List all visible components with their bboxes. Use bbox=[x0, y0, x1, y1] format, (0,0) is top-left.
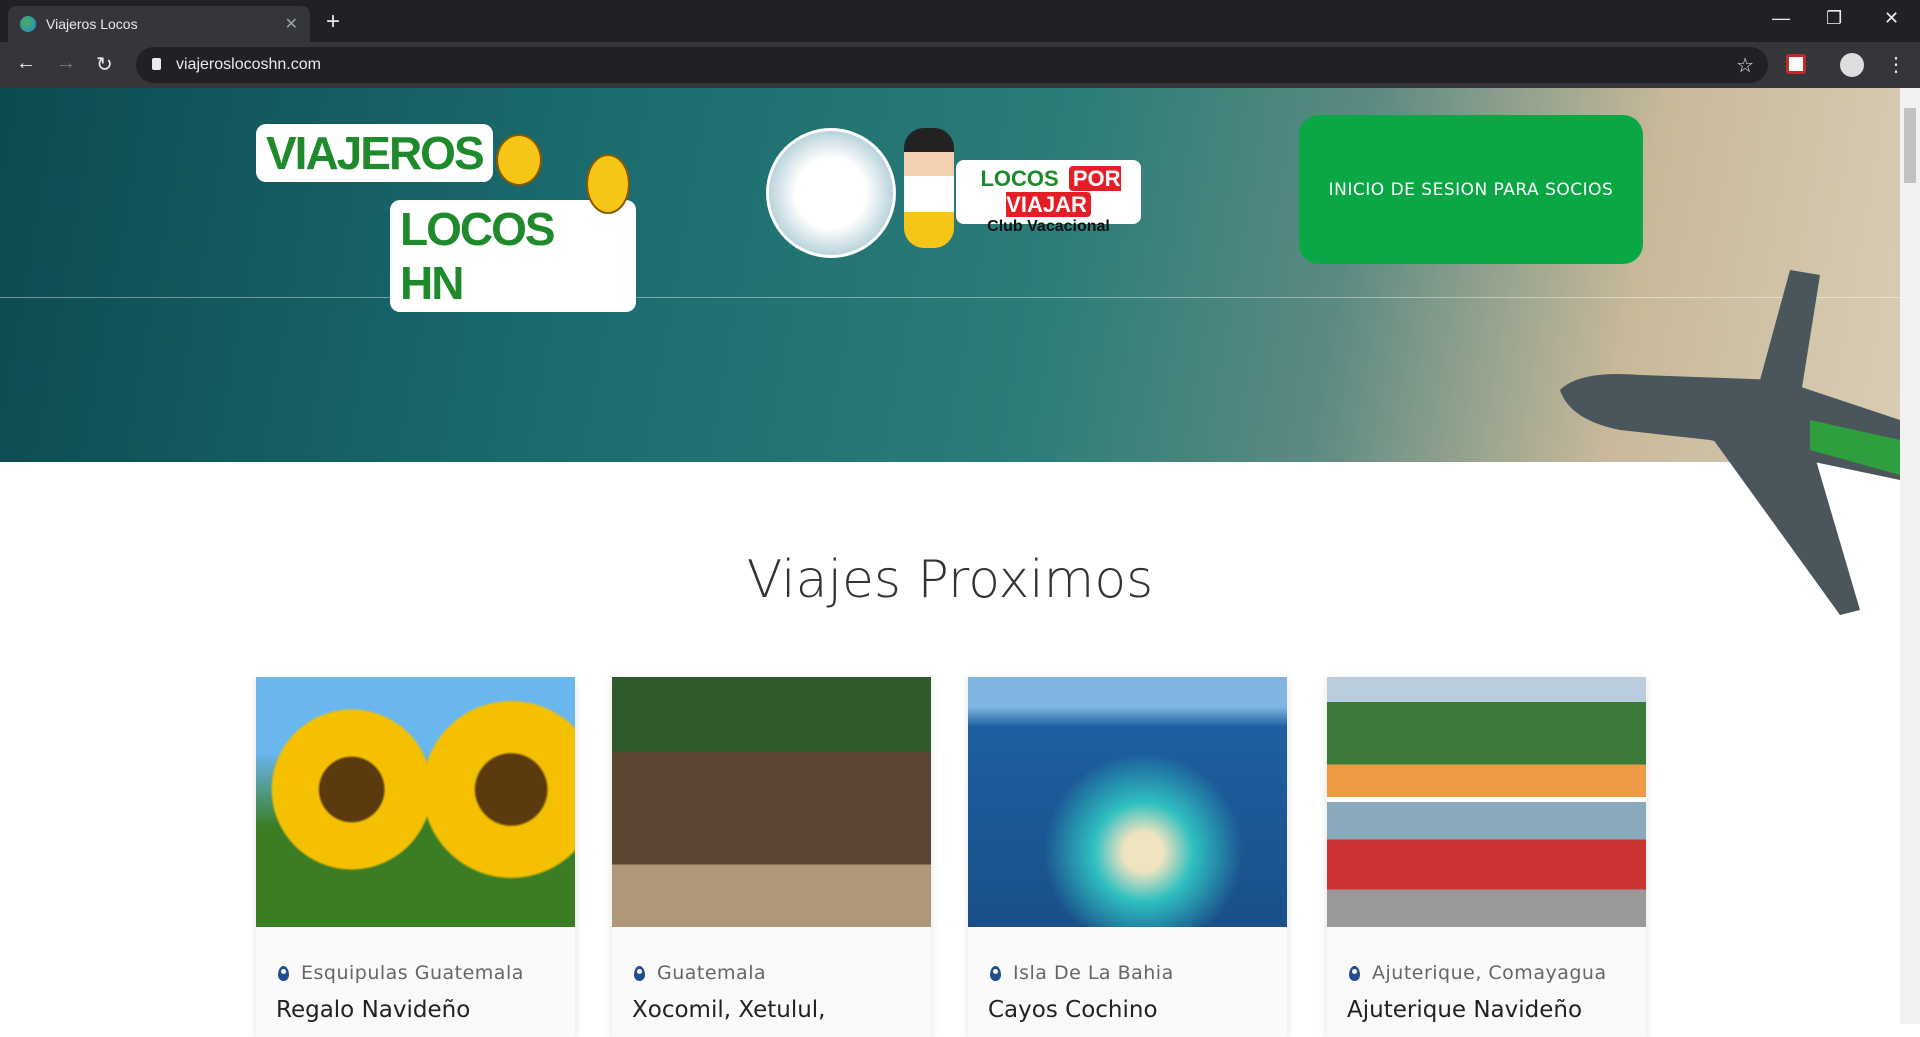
trip-name[interactable]: Regalo Navideño bbox=[276, 997, 470, 1023]
location-pin-icon bbox=[278, 965, 289, 981]
new-tab-icon[interactable]: + bbox=[326, 8, 340, 36]
location-pin-icon bbox=[634, 965, 645, 981]
trip-card[interactable]: Guatemala Xocomil, Xetulul, bbox=[612, 677, 931, 1037]
trip-card[interactable]: Esquipulas Guatemala Regalo Navideño bbox=[256, 677, 575, 1037]
trip-location: Esquipulas Guatemala bbox=[301, 962, 524, 984]
browser-tab[interactable]: Viajeros Locos ✕ bbox=[8, 6, 310, 42]
lock-icon bbox=[152, 58, 161, 70]
browser-toolbar: ← → ↻ viajeroslocoshn.com ☆ ⋮ bbox=[0, 42, 1920, 88]
menu-icon[interactable]: ⋮ bbox=[1886, 52, 1906, 77]
location-pin-icon bbox=[1349, 965, 1360, 981]
club-logo-sub: Club Vacacional bbox=[987, 218, 1110, 235]
trip-image[interactable] bbox=[256, 677, 575, 927]
trip-location: Guatemala bbox=[657, 962, 767, 984]
tab-title: Viajeros Locos bbox=[46, 16, 138, 32]
browser-tab-bar: Viajeros Locos ✕ + — ❐ ✕ bbox=[0, 0, 1920, 42]
forward-icon[interactable]: → bbox=[56, 52, 76, 75]
bookmark-star-icon[interactable]: ☆ bbox=[1736, 53, 1754, 78]
trip-location: Ajuterique, Comayagua bbox=[1372, 962, 1607, 984]
scrollbar-thumb[interactable] bbox=[1904, 108, 1916, 183]
logo-text-1: VIAJEROS bbox=[256, 124, 493, 182]
mascot-icon bbox=[586, 154, 630, 214]
club-logo-main: LOCOS bbox=[980, 166, 1059, 191]
trip-image[interactable] bbox=[968, 677, 1287, 927]
trip-card[interactable]: Isla De La Bahia Cayos Cochino bbox=[968, 677, 1287, 1037]
globe-icon bbox=[766, 128, 896, 258]
back-icon[interactable]: ← bbox=[16, 52, 36, 75]
address-bar[interactable]: viajeroslocoshn.com ☆ bbox=[136, 47, 1768, 83]
logo-text-2: LOCOS HN bbox=[390, 200, 636, 312]
extension-icon[interactable] bbox=[1786, 54, 1806, 74]
minimize-icon[interactable]: — bbox=[1772, 8, 1790, 29]
trip-image[interactable] bbox=[1327, 677, 1646, 927]
location-pin-icon bbox=[990, 965, 1001, 981]
profile-avatar[interactable] bbox=[1840, 53, 1864, 77]
mascot-icon bbox=[904, 128, 954, 248]
reload-icon[interactable]: ↻ bbox=[96, 52, 113, 77]
trip-location: Isla De La Bahia bbox=[1013, 962, 1174, 984]
trip-name[interactable]: Cayos Cochino bbox=[988, 997, 1158, 1023]
trip-image[interactable] bbox=[612, 677, 931, 927]
close-window-icon[interactable]: ✕ bbox=[1884, 8, 1899, 29]
url-text: viajeroslocoshn.com bbox=[176, 56, 321, 73]
member-login-button[interactable]: INICIO DE SESION PARA SOCIOS bbox=[1299, 115, 1643, 264]
restore-icon[interactable]: ❐ bbox=[1826, 8, 1842, 29]
section-title: Viajes Proximos bbox=[746, 550, 1154, 610]
trip-name[interactable]: Ajuterique Navideño bbox=[1347, 997, 1582, 1023]
viajeros-locos-logo[interactable]: VIAJEROS LOCOS HN bbox=[256, 124, 636, 312]
trip-card[interactable]: Ajuterique, Comayagua Ajuterique Navideñ… bbox=[1327, 677, 1646, 1037]
site-favicon-icon bbox=[20, 16, 36, 32]
close-tab-icon[interactable]: ✕ bbox=[285, 14, 298, 34]
mascot-icon bbox=[496, 134, 542, 186]
trip-name[interactable]: Xocomil, Xetulul, bbox=[632, 997, 826, 1023]
page-scrollbar[interactable] bbox=[1900, 88, 1920, 1024]
club-logo-badge: LOCOS POR VIAJAR Club Vacacional bbox=[956, 160, 1141, 235]
